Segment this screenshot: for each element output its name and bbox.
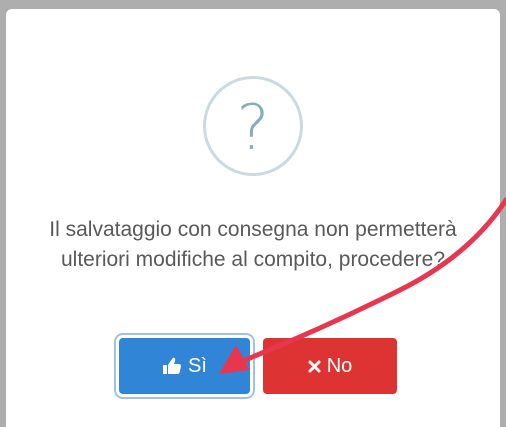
confirm-label: Sì xyxy=(188,354,207,377)
dialog-actions: Sì No xyxy=(0,338,506,402)
question-mark-icon: ? xyxy=(203,76,303,176)
cancel-button[interactable]: No xyxy=(263,338,397,394)
question-glyph: ? xyxy=(236,91,270,164)
cancel-label: No xyxy=(326,354,353,377)
thumbs-up-icon xyxy=(162,357,182,375)
confirm-button[interactable]: Sì xyxy=(119,338,250,394)
times-icon xyxy=(308,360,321,373)
dialog-message: Il salvataggio con consegna non permette… xyxy=(49,218,457,271)
